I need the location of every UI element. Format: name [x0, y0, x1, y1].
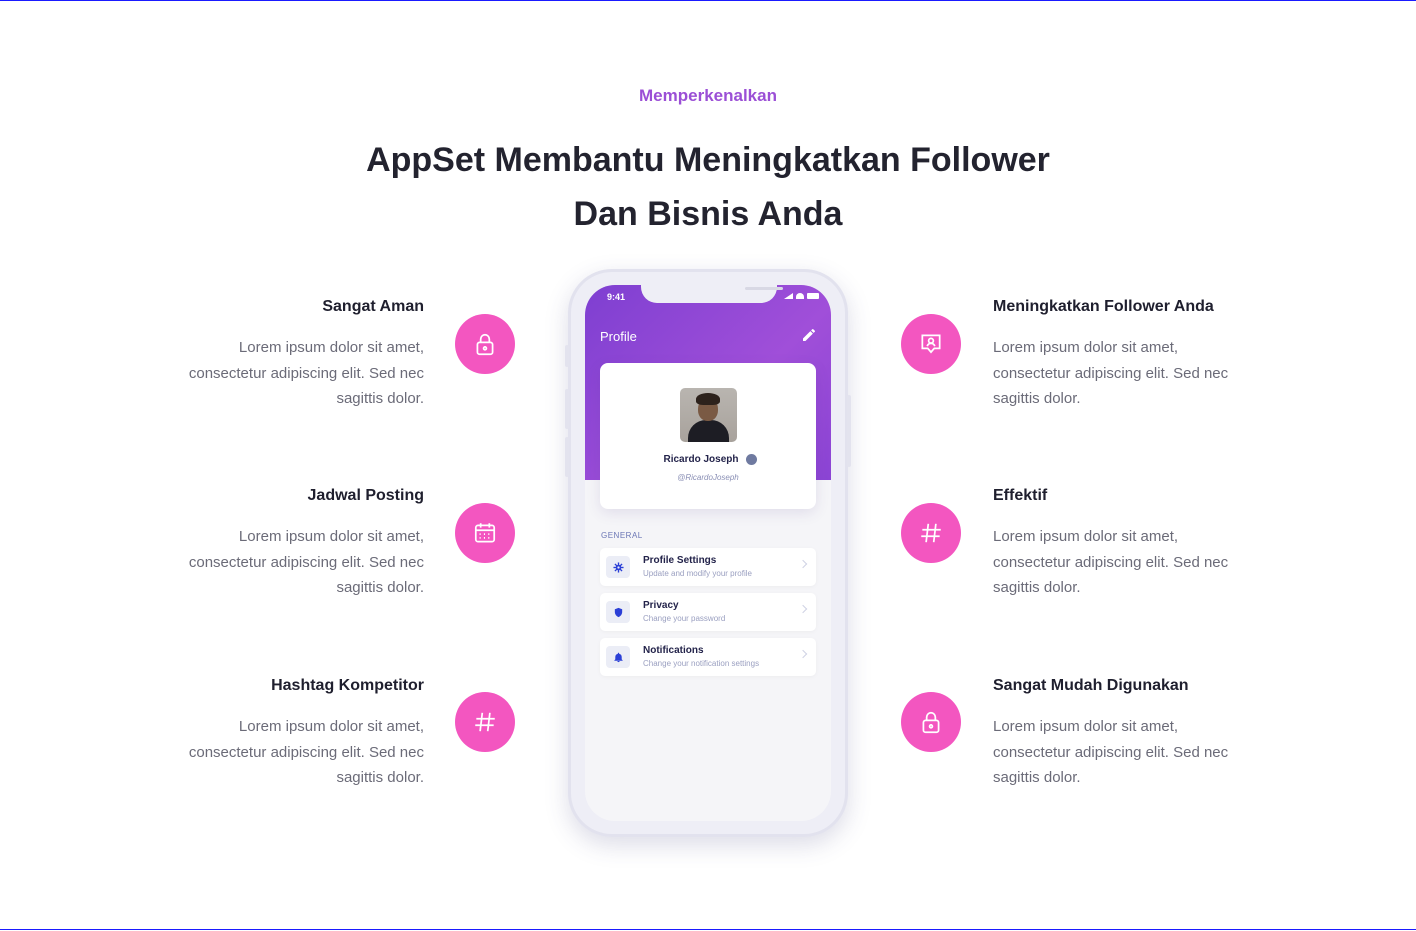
lock-icon [455, 314, 515, 374]
gear-icon [606, 556, 630, 578]
speaker-grille [745, 287, 783, 290]
phone-volume-up [565, 389, 569, 429]
hashtag-icon [901, 503, 961, 563]
feature-right-3: Sangat Mudah Digunakan Lorem ipsum dolor… [993, 677, 1263, 791]
menu-item-title: Notifications [643, 645, 704, 656]
feature-left-2: Jadwal Posting Lorem ipsum dolor sit ame… [64, 487, 424, 601]
menu-item-subtitle: Change your notification settings [643, 659, 760, 668]
phone-power-button [847, 395, 851, 467]
section-label: GENERAL [601, 531, 643, 540]
chevron-right-icon [798, 604, 808, 614]
battery-icon [807, 293, 819, 299]
feature-description: Lorem ipsum dolor sit amet, consectetur … [993, 718, 1229, 786]
feature-left-3: Hashtag Kompetitor Lorem ipsum dolor sit… [64, 677, 424, 791]
wifi-icon [796, 293, 804, 299]
feature-title: Hashtag Kompetitor [271, 677, 424, 694]
phone-mockup: 9:41 Profile Ricardo Joseph @RicardoJose… [565, 269, 851, 837]
user-message-icon [901, 314, 961, 374]
menu-item-notifications[interactable]: Notifications Change your notification s… [600, 638, 816, 676]
phone-screen: 9:41 Profile Ricardo Joseph @RicardoJose… [585, 285, 831, 821]
shield-icon [606, 601, 630, 623]
feature-title: Meningkatkan Follower Anda [993, 298, 1214, 315]
avatar-hair [696, 393, 720, 405]
status-icons [784, 293, 819, 299]
section-eyebrow: Memperkenalkan [639, 86, 777, 105]
headline-line-2: Dan Bisnis Anda [573, 195, 843, 233]
phone-notch [641, 285, 783, 303]
profile-name: Ricardo Joseph [663, 454, 739, 465]
menu-item-privacy[interactable]: Privacy Change your password [600, 593, 816, 631]
phone-side-button [565, 345, 569, 367]
lock-icon [901, 692, 961, 752]
profile-handle: @RicardoJoseph [677, 473, 739, 482]
avatar [680, 388, 737, 442]
status-time: 9:41 [607, 292, 626, 302]
menu-item-profile-settings[interactable]: Profile Settings Update and modify your … [600, 548, 816, 586]
feature-right-1: Meningkatkan Follower Anda Lorem ipsum d… [993, 298, 1263, 412]
feature-title: Effektif [993, 487, 1048, 504]
bottom-border-line [0, 929, 1416, 930]
feature-right-2: Effektif Lorem ipsum dolor sit amet, con… [993, 487, 1263, 601]
menu-item-title: Privacy [643, 600, 679, 611]
chevron-right-icon [798, 559, 808, 569]
calendar-icon [455, 503, 515, 563]
feature-description: Lorem ipsum dolor sit amet, consectetur … [993, 339, 1229, 407]
feature-description: Lorem ipsum dolor sit amet, consectetur … [188, 718, 424, 786]
feature-description: Lorem ipsum dolor sit amet, consectetur … [993, 528, 1229, 596]
hashtag-icon [455, 692, 515, 752]
menu-item-subtitle: Update and modify your profile [643, 569, 752, 578]
chevron-right-icon [798, 649, 808, 659]
verified-badge-icon [746, 454, 757, 465]
feature-title: Jadwal Posting [307, 487, 424, 504]
profile-card: Ricardo Joseph @RicardoJoseph [600, 363, 816, 509]
feature-description: Lorem ipsum dolor sit amet, consectetur … [188, 528, 424, 596]
feature-title: Sangat Mudah Digunakan [993, 677, 1189, 694]
top-border-line [0, 0, 1416, 1]
feature-description: Lorem ipsum dolor sit amet, consectetur … [188, 339, 424, 407]
avatar-body [688, 420, 729, 442]
phone-volume-down [565, 437, 569, 477]
bell-icon [606, 646, 630, 668]
menu-item-title: Profile Settings [643, 555, 717, 566]
menu-item-subtitle: Change your password [643, 614, 726, 623]
edit-icon[interactable] [801, 327, 817, 348]
screen-title: Profile [600, 329, 637, 344]
feature-title: Sangat Aman [322, 298, 424, 315]
feature-left-1: Sangat Aman Lorem ipsum dolor sit amet, … [64, 298, 424, 412]
section-headline: AppSet Membantu Meningkatkan Follower Da… [0, 133, 1416, 241]
headline-line-1: AppSet Membantu Meningkatkan Follower [366, 141, 1050, 179]
signal-icon [784, 293, 793, 299]
